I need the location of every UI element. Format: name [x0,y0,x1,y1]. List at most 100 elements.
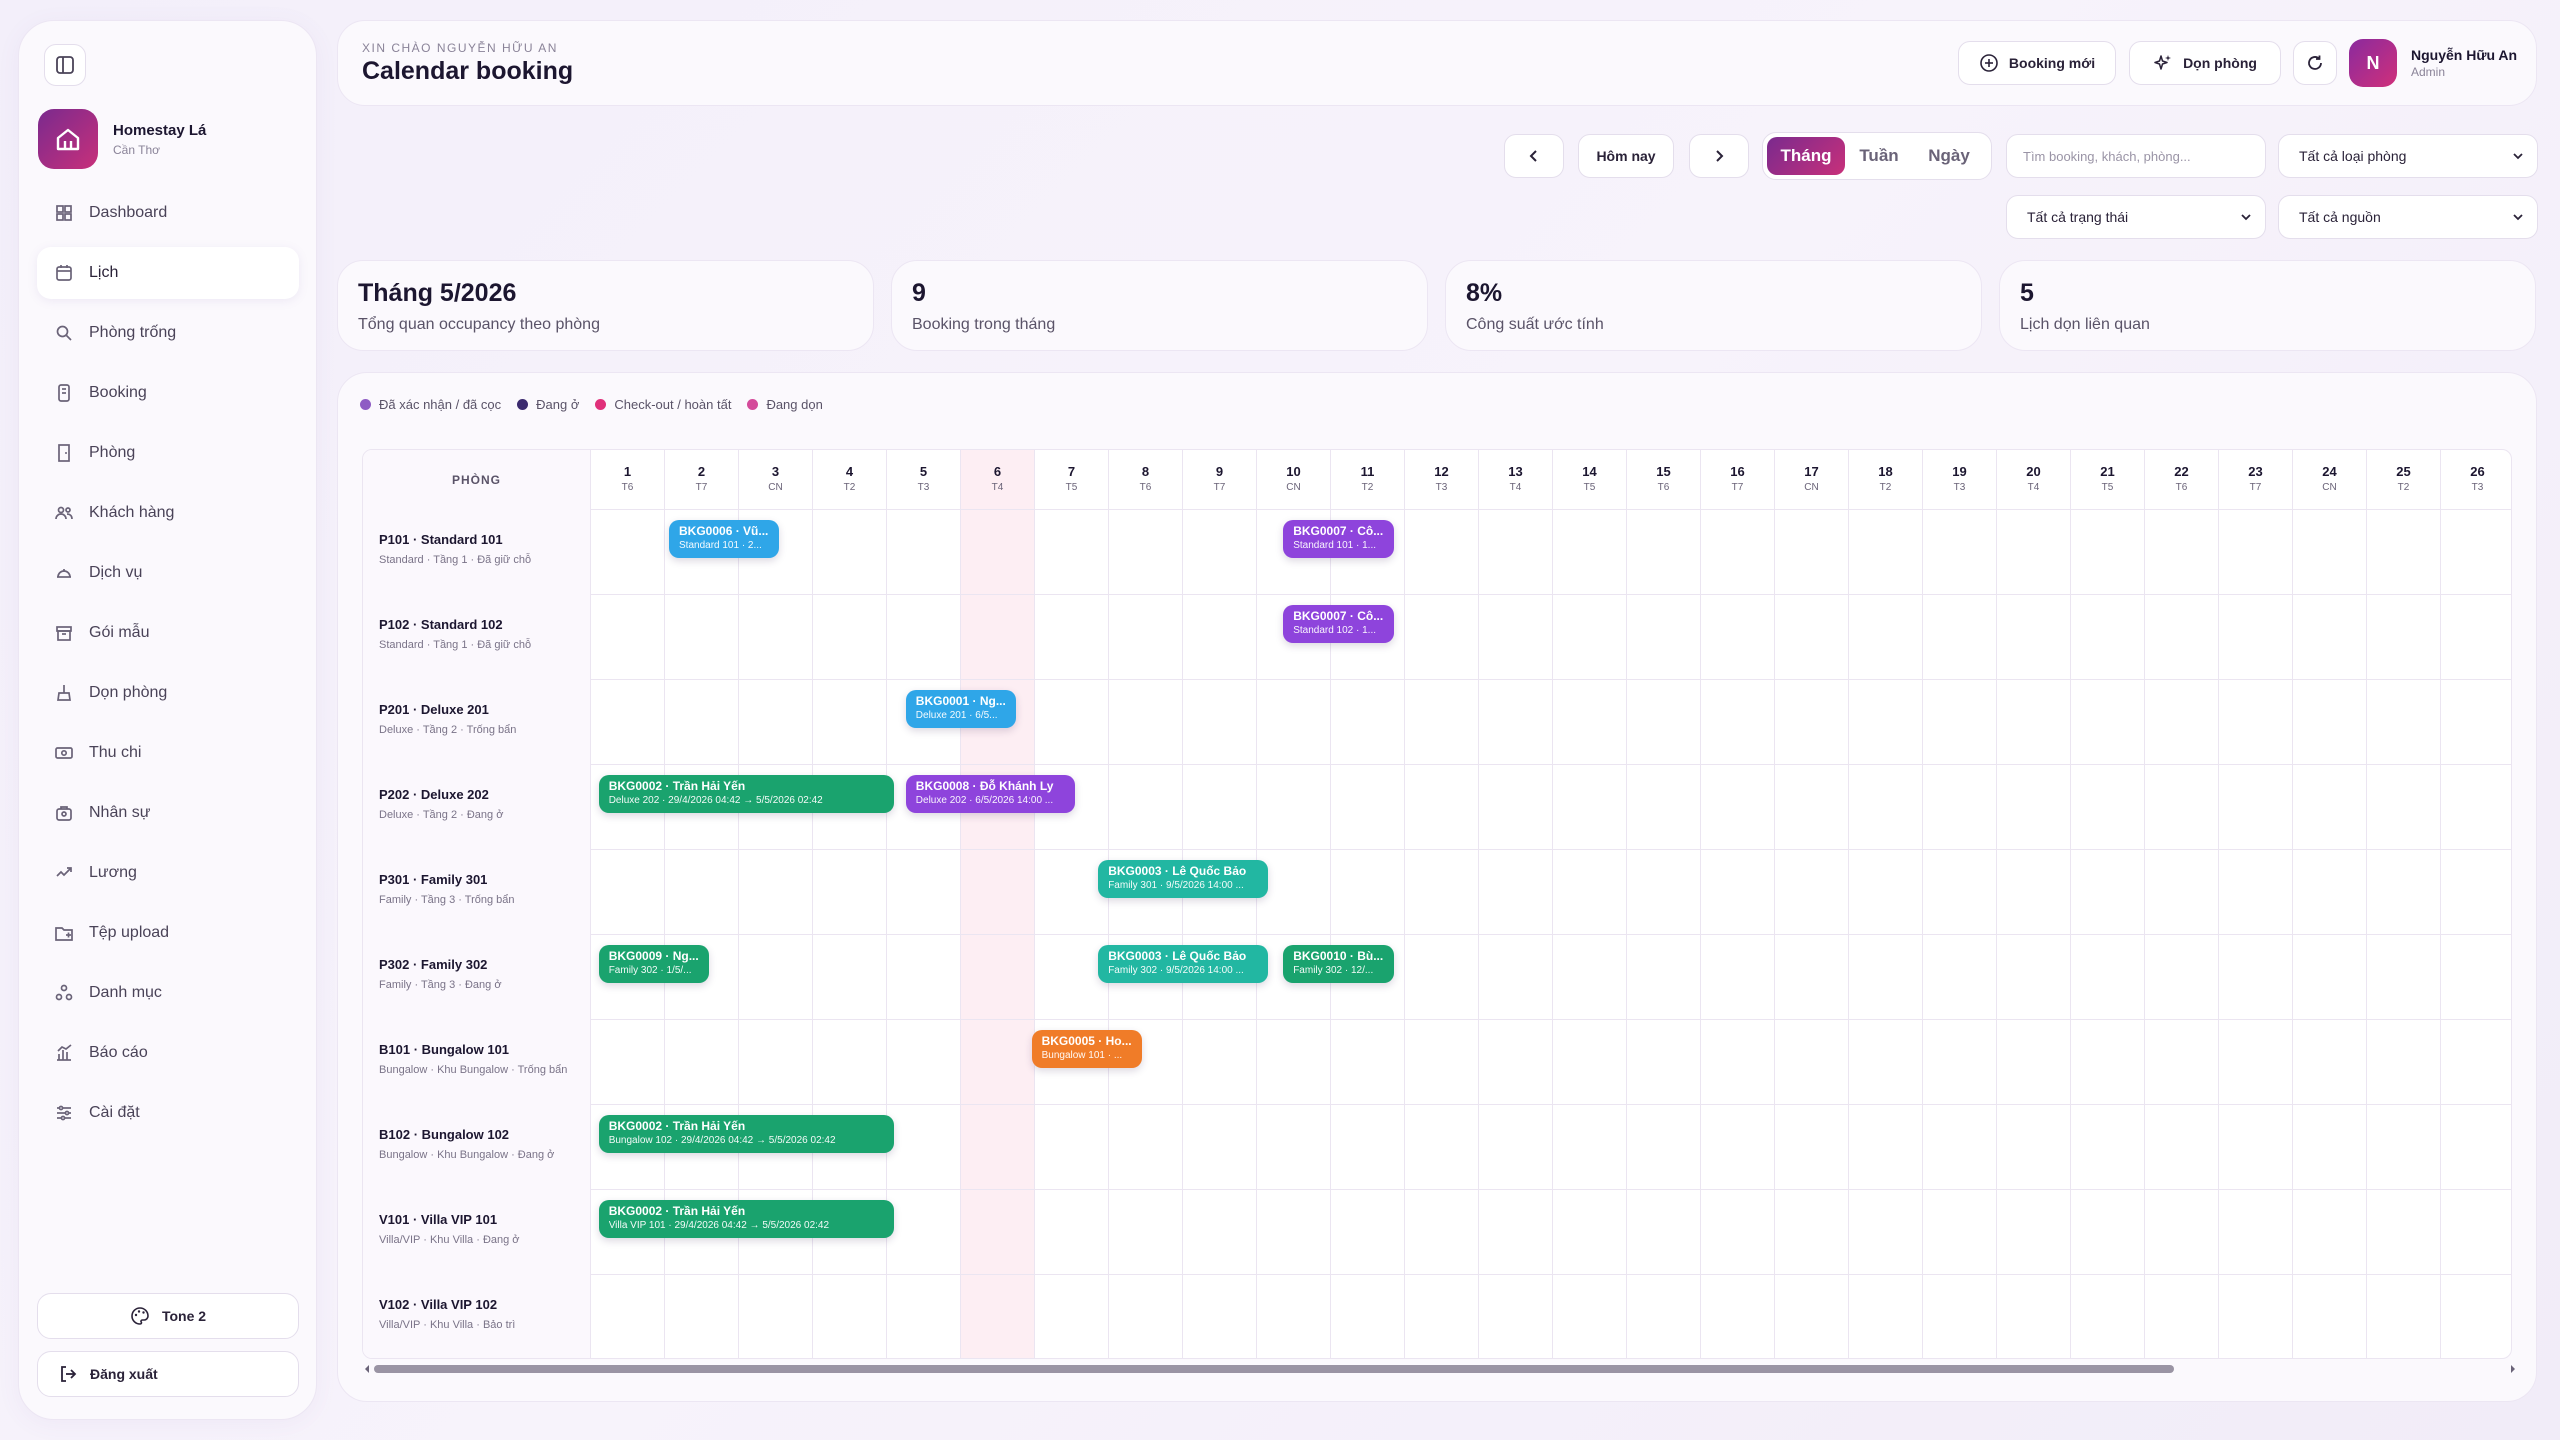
day-cell[interactable] [1109,510,1183,595]
day-cell[interactable] [1923,1105,1997,1190]
horizontal-scrollbar[interactable] [365,1363,2515,1373]
day-cell[interactable] [1331,680,1405,765]
day-cell[interactable] [961,1105,1035,1190]
day-cell[interactable] [1035,1105,1109,1190]
day-cell[interactable] [961,1190,1035,1275]
day-cell[interactable] [1997,1020,2071,1105]
day-cell[interactable] [2367,765,2441,850]
day-cell[interactable] [2071,850,2145,935]
day-cell[interactable] [665,680,739,765]
day-cell[interactable] [887,850,961,935]
sidebar-item-booking[interactable]: Booking [37,367,299,419]
day-cell[interactable] [1701,765,1775,850]
search-input[interactable]: Tìm booking, khách, phòng... [2006,134,2266,178]
room-cell[interactable]: P302 · Family 302 Family · Tầng 3 · Đang … [363,935,591,1020]
day-cell[interactable] [2367,510,2441,595]
sidebar-collapse-button[interactable] [44,44,86,86]
day-cell[interactable] [591,595,665,680]
day-cell[interactable] [739,935,813,1020]
booking-bar[interactable]: BKG0008 · Đỗ Khánh Ly Deluxe 202 · 6/5/20… [905,775,1076,813]
day-cell[interactable] [665,850,739,935]
day-cell[interactable] [1479,595,1553,680]
room-cell[interactable]: P202 · Deluxe 202 Deluxe · Tầng 2 · Đang … [363,765,591,850]
day-cell[interactable] [1775,935,1849,1020]
day-cell[interactable] [2219,680,2293,765]
day-cell[interactable] [1627,510,1701,595]
day-cell[interactable] [1849,595,1923,680]
sidebar-item-package[interactable]: Gói mẫu [37,607,299,659]
day-cell[interactable] [2367,1190,2441,1275]
day-cell[interactable] [1997,1105,2071,1190]
day-cell[interactable] [1775,765,1849,850]
day-cell[interactable] [1997,935,2071,1020]
day-cell[interactable] [1775,595,1849,680]
day-cell[interactable] [1109,680,1183,765]
day-cell[interactable] [1627,680,1701,765]
sidebar-item-broom[interactable]: Dọn phòng [37,667,299,719]
booking-bar[interactable]: BKG0010 · Bù... Family 302 · 12/... [1283,945,1394,983]
day-cell[interactable] [1849,850,1923,935]
booking-bar[interactable]: BKG0006 · Vũ... Standard 101 · 2... [669,520,780,558]
sidebar-item-staff[interactable]: Nhân sự [37,787,299,839]
day-cell[interactable] [2071,1275,2145,1358]
day-cell[interactable] [1701,1275,1775,1358]
day-cell[interactable] [2441,1105,2511,1190]
day-cell[interactable] [887,1275,961,1358]
day-cell[interactable] [2219,1275,2293,1358]
day-cell[interactable] [2219,1105,2293,1190]
day-cell[interactable] [1701,1105,1775,1190]
day-cell[interactable] [2145,1105,2219,1190]
day-cell[interactable] [2145,1275,2219,1358]
booking-bar[interactable]: BKG0009 · Ng... Family 302 · 1/5/... [598,945,710,983]
refresh-button[interactable] [2293,41,2337,85]
next-button[interactable] [1689,134,1749,178]
day-cell[interactable] [2367,1275,2441,1358]
room-cell[interactable]: B102 · Bungalow 102 Bungalow · Khu Bungal… [363,1105,591,1190]
day-cell[interactable] [1775,1275,1849,1358]
day-cell[interactable] [2071,935,2145,1020]
sidebar-item-money[interactable]: Thu chi [37,727,299,779]
day-cell[interactable] [1183,765,1257,850]
day-cell[interactable] [2441,765,2511,850]
day-cell[interactable] [1923,510,1997,595]
day-cell[interactable] [887,595,961,680]
tab-day[interactable]: Ngày [1913,137,1985,175]
day-cell[interactable] [1479,1105,1553,1190]
day-cell[interactable] [813,595,887,680]
day-cell[interactable] [2441,935,2511,1020]
source-select[interactable]: Tất cả nguồn [2278,195,2538,239]
day-cell[interactable] [1923,680,1997,765]
sidebar-item-service[interactable]: Dịch vụ [37,547,299,599]
day-cell[interactable] [2071,1190,2145,1275]
day-cell[interactable] [2145,935,2219,1020]
day-cell[interactable] [1183,1105,1257,1190]
day-cell[interactable] [1923,595,1997,680]
scrollbar-thumb[interactable] [374,1365,2174,1373]
day-cell[interactable] [1183,510,1257,595]
day-cell[interactable] [1923,765,1997,850]
day-cell[interactable] [1183,595,1257,680]
booking-bar[interactable]: BKG0002 · Trần Hải Yến Bungalow 102 · 29/… [598,1115,895,1153]
day-cell[interactable] [2219,1020,2293,1105]
day-cell[interactable] [591,510,665,595]
day-cell[interactable] [2441,850,2511,935]
day-cell[interactable] [1553,680,1627,765]
sidebar-item-salary[interactable]: Lương [37,847,299,899]
day-cell[interactable] [887,1020,961,1105]
day-cell[interactable] [2293,765,2367,850]
day-cell[interactable] [1701,1020,1775,1105]
day-cell[interactable] [1405,1275,1479,1358]
day-cell[interactable] [1331,765,1405,850]
booking-bar[interactable]: BKG0003 · Lê Quốc Bảo Family 301 · 9/5/20… [1098,860,1268,898]
day-cell[interactable] [2441,1275,2511,1358]
day-cell[interactable] [961,1275,1035,1358]
day-cell[interactable] [1775,680,1849,765]
day-cell[interactable] [961,850,1035,935]
day-cell[interactable] [1405,765,1479,850]
room-cell[interactable]: P101 · Standard 101 Standard · Tầng 1 · Đ… [363,510,591,595]
day-cell[interactable] [739,595,813,680]
day-cell[interactable] [1627,935,1701,1020]
day-cell[interactable] [1701,1190,1775,1275]
day-cell[interactable] [1109,1190,1183,1275]
day-cell[interactable] [2367,850,2441,935]
